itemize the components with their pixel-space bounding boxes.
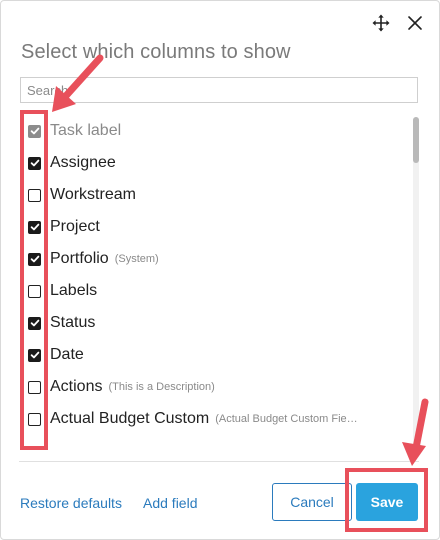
column-option[interactable]: Labels [20,275,410,307]
save-button[interactable]: Save [356,483,418,521]
search-input[interactable] [20,77,418,103]
column-option-label: Date [50,346,84,363]
unchecked-checkbox[interactable] [28,412,41,426]
column-option[interactable]: Actual Budget Custom (Actual Budget Custo… [20,403,410,435]
column-option-label: Actions [50,378,103,395]
column-chooser-dialog: Select which columns to show Task label A… [0,0,440,540]
column-option-description: (This is a Description) [108,381,215,393]
column-option[interactable]: Status [20,307,410,339]
column-option-label: Status [50,314,96,331]
column-option-label: Workstream [50,186,136,203]
checked-checkbox[interactable] [28,348,41,362]
restore-defaults-link[interactable]: Restore defaults [20,495,122,511]
column-option-label: Task label [50,122,122,139]
column-option-label: Portfolio [50,250,109,267]
scrollbar[interactable] [413,117,419,449]
column-option[interactable]: Date [20,339,410,371]
column-option-label: Labels [50,282,98,299]
column-option-description: (Actual Budget Custom Fie… [215,413,358,425]
checked-checkbox[interactable] [28,156,41,170]
column-option[interactable]: Assignee [20,147,410,179]
checked-checkbox[interactable] [28,252,41,266]
unchecked-checkbox[interactable] [28,188,41,202]
column-option-label: Assignee [50,154,116,171]
cancel-button[interactable]: Cancel [272,483,352,521]
add-field-link[interactable]: Add field [143,495,197,511]
column-list: Task label Assignee Workstream Project Portf… [20,113,416,451]
column-option-label: Project [50,218,100,235]
column-option[interactable]: Actions (This is a Description) [20,371,410,403]
unchecked-checkbox[interactable] [28,284,41,298]
move-icon[interactable] [371,13,391,33]
checked-checkbox[interactable] [28,220,41,234]
column-option[interactable]: Workstream [20,179,410,211]
dialog-title: Select which columns to show [21,41,291,63]
column-option[interactable]: Portfolio (System) [20,243,410,275]
close-icon[interactable] [405,13,425,33]
checked-checkbox[interactable] [28,316,41,330]
unchecked-checkbox[interactable] [28,380,41,394]
checked-checkbox [28,124,41,138]
column-option-description: (System) [114,253,159,265]
column-option[interactable]: Project [20,211,410,243]
scrollbar-thumb[interactable] [413,117,419,163]
column-option: Task label [20,115,410,147]
column-option-label: Actual Budget Custom [50,410,210,427]
divider [19,461,419,462]
dialog-controls [371,13,425,33]
